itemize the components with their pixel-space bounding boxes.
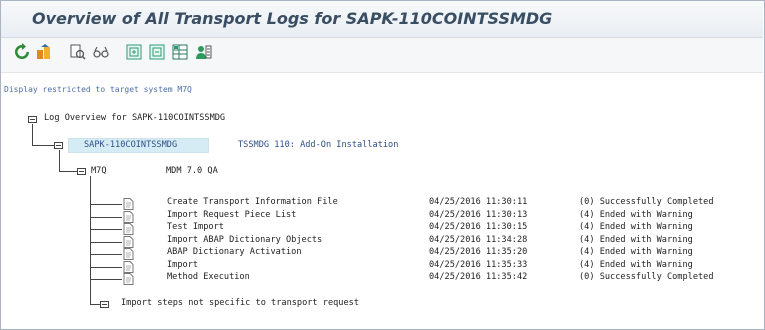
collapse-toggle-icon[interactable] (77, 168, 86, 175)
tree-connector (90, 267, 122, 268)
step-datetime: 04/25/2016 11:30:15 (429, 222, 528, 232)
step-datetime: 04/25/2016 11:34:28 (429, 235, 528, 245)
step-status: (0) Successfully Completed (579, 272, 714, 282)
step-name: Import (167, 260, 199, 270)
tree-connector (32, 145, 54, 146)
system-description: MDM 7.0 QA (166, 166, 218, 176)
step-datetime: 04/25/2016 11:35:42 (429, 272, 528, 282)
layout-icon[interactable] (171, 43, 189, 61)
user-icon[interactable] (195, 43, 213, 61)
step-status: (4) Ended with Warning (579, 247, 693, 257)
restriction-info: Display restricted to target system M7Q (4, 85, 192, 94)
expand-all-icon[interactable] (125, 43, 143, 61)
step-name: Create Transport Information File (167, 197, 338, 207)
log-document-icon[interactable] (123, 235, 134, 248)
tree-connector (90, 217, 122, 218)
title-bar: Overview of All Transport Logs for SAPK-… (1, 1, 763, 38)
display-icon[interactable] (92, 43, 110, 61)
collapse-all-icon[interactable] (148, 43, 166, 61)
tree-connector (90, 254, 122, 255)
tree-connector (90, 304, 100, 305)
step-name: Import ABAP Dictionary Objects (167, 235, 323, 245)
step-name: Method Execution (167, 272, 250, 282)
refresh-icon[interactable] (13, 43, 31, 61)
step-status: (0) Successfully Completed (579, 197, 714, 207)
step-datetime: 04/25/2016 11:30:11 (429, 197, 528, 207)
system-id: M7Q (91, 166, 107, 176)
find-icon[interactable] (69, 43, 87, 61)
step-status: (4) Ended with Warning (579, 210, 693, 220)
step-name: Test Import (167, 222, 224, 232)
tree-connector (59, 171, 77, 172)
expand-toggle-icon[interactable] (100, 301, 109, 308)
tree-connector (90, 176, 91, 272)
step-datetime: 04/25/2016 11:30:13 (429, 210, 528, 220)
step-name: ABAP Dictionary Activation (167, 247, 302, 257)
collapse-toggle-icon[interactable] (54, 142, 63, 149)
step-name: Import Request Piece List (167, 210, 297, 220)
request-description: TSSMDG 110: Add-On Installation (238, 140, 399, 150)
collapse-toggle-icon[interactable] (28, 116, 37, 123)
tree-connector (90, 204, 122, 205)
step-status: (4) Ended with Warning (579, 222, 693, 232)
application-toolbar (1, 38, 763, 73)
step-datetime: 04/25/2016 11:35:33 (429, 260, 528, 270)
log-document-icon[interactable] (123, 260, 134, 273)
log-document-icon[interactable] (123, 197, 134, 210)
tree-connector (90, 242, 122, 243)
other-steps-label: Import steps not specific to transport r… (121, 298, 359, 308)
transport-icon[interactable] (35, 43, 53, 61)
root-label: Log Overview for SAPK-110COINTSSMDG (44, 113, 226, 123)
request-id[interactable]: SAPK-110COINTSSMDG (84, 140, 177, 150)
tree-connector (90, 279, 122, 280)
tree-connector (32, 124, 33, 146)
page-title: Overview of All Transport Logs for SAPK-… (32, 9, 553, 28)
tree-connector (90, 272, 91, 305)
log-document-icon[interactable] (123, 210, 134, 223)
step-datetime: 04/25/2016 11:35:20 (429, 247, 528, 257)
tree-connector (90, 229, 122, 230)
log-document-icon[interactable] (123, 222, 134, 235)
step-status: (4) Ended with Warning (579, 260, 693, 270)
tree-connector (59, 150, 60, 172)
step-status: (4) Ended with Warning (579, 235, 693, 245)
log-document-icon[interactable] (123, 272, 134, 285)
log-document-icon[interactable] (123, 247, 134, 260)
